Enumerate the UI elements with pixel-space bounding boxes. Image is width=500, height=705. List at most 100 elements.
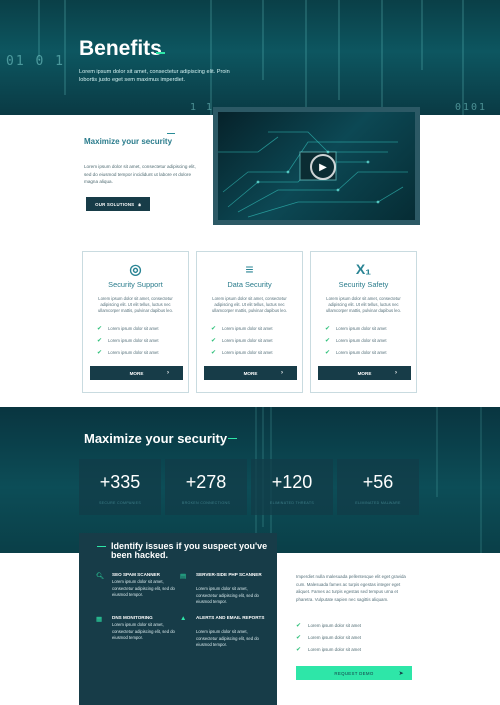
code-stream <box>262 0 264 80</box>
check-icon: ✔ <box>211 337 217 344</box>
list-item: ✔ Lorem ipsum dolor sit amet <box>97 322 159 334</box>
demo-text: Imperdiet nulla malesuada pellentesque e… <box>296 574 406 602</box>
more-button[interactable]: MORE › <box>318 366 411 380</box>
feature-text: Lorem ipsum dolor sit amet, consectetur … <box>112 622 175 640</box>
check-icon: ✔ <box>296 646 302 653</box>
list-item: ✔ Lorem ipsum dolor sit amet <box>97 334 159 346</box>
code-stream <box>210 0 212 115</box>
stat-value: +56 <box>362 472 394 492</box>
title-dash <box>97 546 106 547</box>
send-icon: ➤ <box>398 670 404 677</box>
card-title: Security Safety <box>338 280 389 289</box>
list-item-text: Lorem ipsum dolor sit amet <box>336 325 387 331</box>
play-button[interactable]: ▶ <box>310 154 336 180</box>
feature-text: Lorem ipsum dolor sit amet, consectetur … <box>112 579 175 597</box>
list-item: ✔ Lorem ipsum dolor sit amet <box>211 322 273 334</box>
chevron-right-icon: › <box>281 370 283 376</box>
list-item-text: Lorem ipsum dolor sit amet <box>336 337 387 343</box>
check-icon: ✔ <box>211 325 217 332</box>
stat-value: +278 <box>185 472 227 492</box>
card-description: Lorem ipsum dolor sit amet, consectetur … <box>98 296 173 313</box>
server-icon: ▤ <box>180 573 187 580</box>
list-item: ✔ Lorem ipsum dolor sit amet <box>325 346 387 358</box>
list-item: ✔ Lorem ipsum dolor sit amet <box>325 334 387 346</box>
identify-panel: Identify issues if you suspect you've be… <box>79 533 277 705</box>
circuit-board-image: ▶ <box>218 112 415 220</box>
binary-text: 01 0 1 <box>6 54 65 69</box>
dns-grid-icon: ▦ <box>96 616 103 623</box>
list-item: ✔ Lorem ipsum dolor sit amet <box>296 643 361 655</box>
more-button[interactable]: MORE › <box>204 366 297 380</box>
list-item: ✔ Lorem ipsum dolor sit amet <box>296 619 361 631</box>
more-label: MORE <box>243 370 258 376</box>
title-underline <box>228 438 237 439</box>
list-item: ✔ Lorem ipsum dolor sit amet <box>325 322 387 334</box>
code-stream <box>305 0 307 115</box>
feature-title: SEO SPAM SCANNER <box>112 572 160 577</box>
binary-text: 1 1 <box>190 102 215 113</box>
code-stream <box>421 0 423 70</box>
stat-label: BROKEN CONNECTIONS <box>181 501 231 505</box>
card-security-support: ◎ Security Support Lorem ipsum dolor sit… <box>82 251 189 393</box>
code-stream <box>436 407 438 497</box>
our-solutions-label: OUR SOLUTIONS <box>95 201 135 207</box>
card-title: Data Security <box>227 280 272 289</box>
section-dash <box>167 133 175 134</box>
hero-banner: 01 0 1 1 1 0101 Benefits Lorem ipsum dol… <box>0 0 500 115</box>
code-stream <box>338 0 340 100</box>
stat-value: +120 <box>271 472 313 492</box>
code-stream <box>381 0 383 115</box>
intro-title: Maximize your security <box>84 137 173 146</box>
stats-title: Maximize your security <box>84 431 228 446</box>
chevron-right-icon: › <box>167 370 169 376</box>
lock-icon: 🔒︎ <box>138 201 141 207</box>
card-title: Security Support <box>108 280 163 289</box>
check-icon: ✔ <box>296 622 302 629</box>
request-demo-button[interactable]: REQUEST DEMO ➤ <box>296 666 412 680</box>
list-item-text: Lorem ipsum dolor sit amet <box>336 349 387 355</box>
feature-title: DNS MONITORING <box>112 615 153 620</box>
our-solutions-button[interactable]: OUR SOLUTIONS 🔒︎ <box>86 197 150 211</box>
check-icon: ✔ <box>325 337 331 344</box>
chevron-right-icon: › <box>395 370 397 376</box>
page-title: Benefits <box>79 37 162 60</box>
list-item-text: Lorem ipsum dolor sit amet <box>308 622 361 628</box>
list-item: ✔ Lorem ipsum dolor sit amet <box>97 346 159 358</box>
stack-overflow-icon: ≡ <box>245 261 254 277</box>
check-icon: ✔ <box>325 325 331 332</box>
stat-value: +335 <box>99 472 141 492</box>
list-item-text: Lorem ipsum dolor sit amet <box>108 325 159 331</box>
feature-text: Lorem ipsum dolor sit amet, consectetur … <box>196 586 259 604</box>
list-item-text: Lorem ipsum dolor sit amet <box>108 349 159 355</box>
check-icon: ✔ <box>97 325 103 332</box>
list-item: ✔ Lorem ipsum dolor sit amet <box>211 346 273 358</box>
list-item-text: Lorem ipsum dolor sit amet <box>108 337 159 343</box>
check-icon: ✔ <box>97 349 103 356</box>
feature-title: ALERTS AND EMAIL REPORTS <box>196 615 265 620</box>
search-icon: 🔍︎ <box>96 573 105 580</box>
stat-label: SECURE COMPANIES <box>98 501 142 505</box>
lifebuoy-icon: ◎ <box>129 261 142 277</box>
hero-subtitle: Lorem ipsum dolor sit amet, consectetur … <box>79 69 230 83</box>
stat-box: +56 ELIMINATED MALWARE <box>337 459 419 515</box>
request-demo-label: REQUEST DEMO <box>334 670 374 676</box>
card-description: Lorem ipsum dolor sit amet, consectetur … <box>326 296 401 313</box>
feature-text: Lorem ipsum dolor sit amet, consectetur … <box>196 629 259 647</box>
video-thumbnail: ▶ <box>213 107 420 225</box>
card-checklist: ✔ Lorem ipsum dolor sit amet ✔ Lorem ipsum… <box>325 322 387 358</box>
intro-text: Lorem ipsum dolor sit amet, consectetur … <box>84 164 196 184</box>
code-stream <box>462 0 464 115</box>
warning-icon: ▲ <box>180 615 187 622</box>
list-item-text: Lorem ipsum dolor sit amet <box>222 337 273 343</box>
card-security-safety: X₁ Security Safety Lorem ipsum dolor sit… <box>310 251 417 393</box>
card-checklist: ✔ Lorem ipsum dolor sit amet ✔ Lorem ipsum… <box>97 322 159 358</box>
more-button[interactable]: MORE › <box>90 366 183 380</box>
stats-section: Maximize your security +335 SECURE COMPA… <box>0 407 500 553</box>
subscript-icon: X₁ <box>355 261 372 277</box>
list-item-text: Lorem ipsum dolor sit amet <box>222 349 273 355</box>
title-underline <box>156 52 165 54</box>
list-item: ✔ Lorem ipsum dolor sit amet <box>296 631 361 643</box>
stat-box: +278 BROKEN CONNECTIONS <box>165 459 247 515</box>
check-icon: ✔ <box>97 337 103 344</box>
card-data-security: ≡ Data Security Lorem ipsum dolor sit am… <box>196 251 303 393</box>
